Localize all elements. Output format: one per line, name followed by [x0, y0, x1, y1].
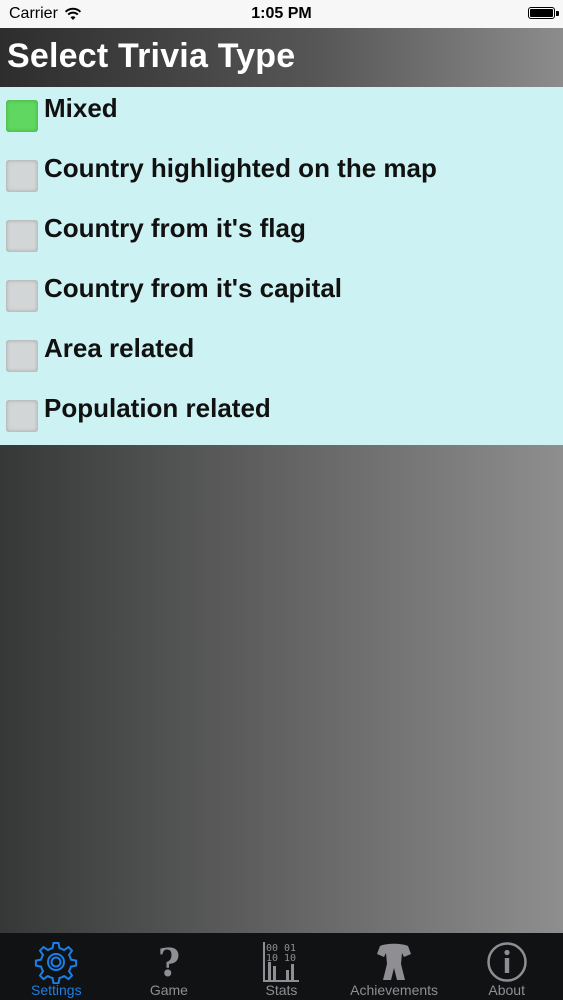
- tab-label: Stats: [265, 982, 298, 998]
- page-header: Select Trivia Type: [0, 28, 563, 87]
- tab-achievements[interactable]: Achievements: [338, 933, 451, 1000]
- option-checkbox[interactable]: [6, 400, 38, 432]
- option-checkbox[interactable]: [6, 100, 38, 132]
- option-checkbox[interactable]: [6, 220, 38, 252]
- tab-label: Achievements: [350, 982, 439, 998]
- option-label: Mixed: [44, 93, 118, 123]
- option-population-related[interactable]: Population related: [0, 387, 563, 447]
- battery-icon: [528, 7, 559, 19]
- svg-text:?: ?: [158, 940, 180, 984]
- tab-label: Settings: [31, 982, 82, 998]
- option-mixed[interactable]: Mixed: [0, 87, 563, 147]
- option-country-from-capital[interactable]: Country from it's capital: [0, 267, 563, 327]
- page-title: Select Trivia Type: [7, 37, 296, 75]
- trophy-icon: [377, 943, 412, 980]
- trivia-type-options: Mixed Country highlighted on the map Cou…: [0, 87, 563, 445]
- info-icon: [486, 942, 527, 982]
- tab-stats[interactable]: 00 01 10 10 Stats: [225, 933, 338, 1000]
- stats-icon-digits: 10: [284, 953, 296, 964]
- tab-bar: Settings ? Game 00 01 10 10 Stats Achiev…: [0, 933, 563, 1000]
- option-label: Area related: [44, 333, 195, 363]
- option-country-from-flag[interactable]: Country from it's flag: [0, 207, 563, 267]
- option-area-related[interactable]: Area related: [0, 327, 563, 387]
- question-mark-icon: ?: [158, 940, 180, 984]
- status-bar: Carrier 1:05 PM: [0, 0, 563, 28]
- option-label: Population related: [44, 393, 271, 423]
- tab-label: Game: [149, 982, 188, 998]
- content-background: [0, 445, 563, 933]
- status-time: 1:05 PM: [251, 5, 312, 22]
- option-country-highlighted-on-map[interactable]: Country highlighted on the map: [0, 147, 563, 207]
- tab-settings[interactable]: Settings: [0, 933, 113, 1000]
- tab-about[interactable]: About: [450, 933, 563, 1000]
- option-checkbox[interactable]: [6, 280, 38, 312]
- option-checkbox[interactable]: [6, 340, 38, 372]
- option-label: Country from it's flag: [44, 213, 306, 243]
- battery-level-fill: [530, 9, 553, 17]
- tab-game[interactable]: ? Game: [113, 933, 226, 1000]
- stats-icon-digits: 10: [266, 953, 278, 964]
- option-label: Country from it's capital: [44, 273, 342, 303]
- option-label: Country highlighted on the map: [44, 153, 437, 183]
- gear-icon: [35, 942, 78, 984]
- option-checkbox[interactable]: [6, 160, 38, 192]
- tab-label: About: [488, 982, 525, 998]
- binary-chart-icon: 00 01 10 10: [263, 942, 300, 982]
